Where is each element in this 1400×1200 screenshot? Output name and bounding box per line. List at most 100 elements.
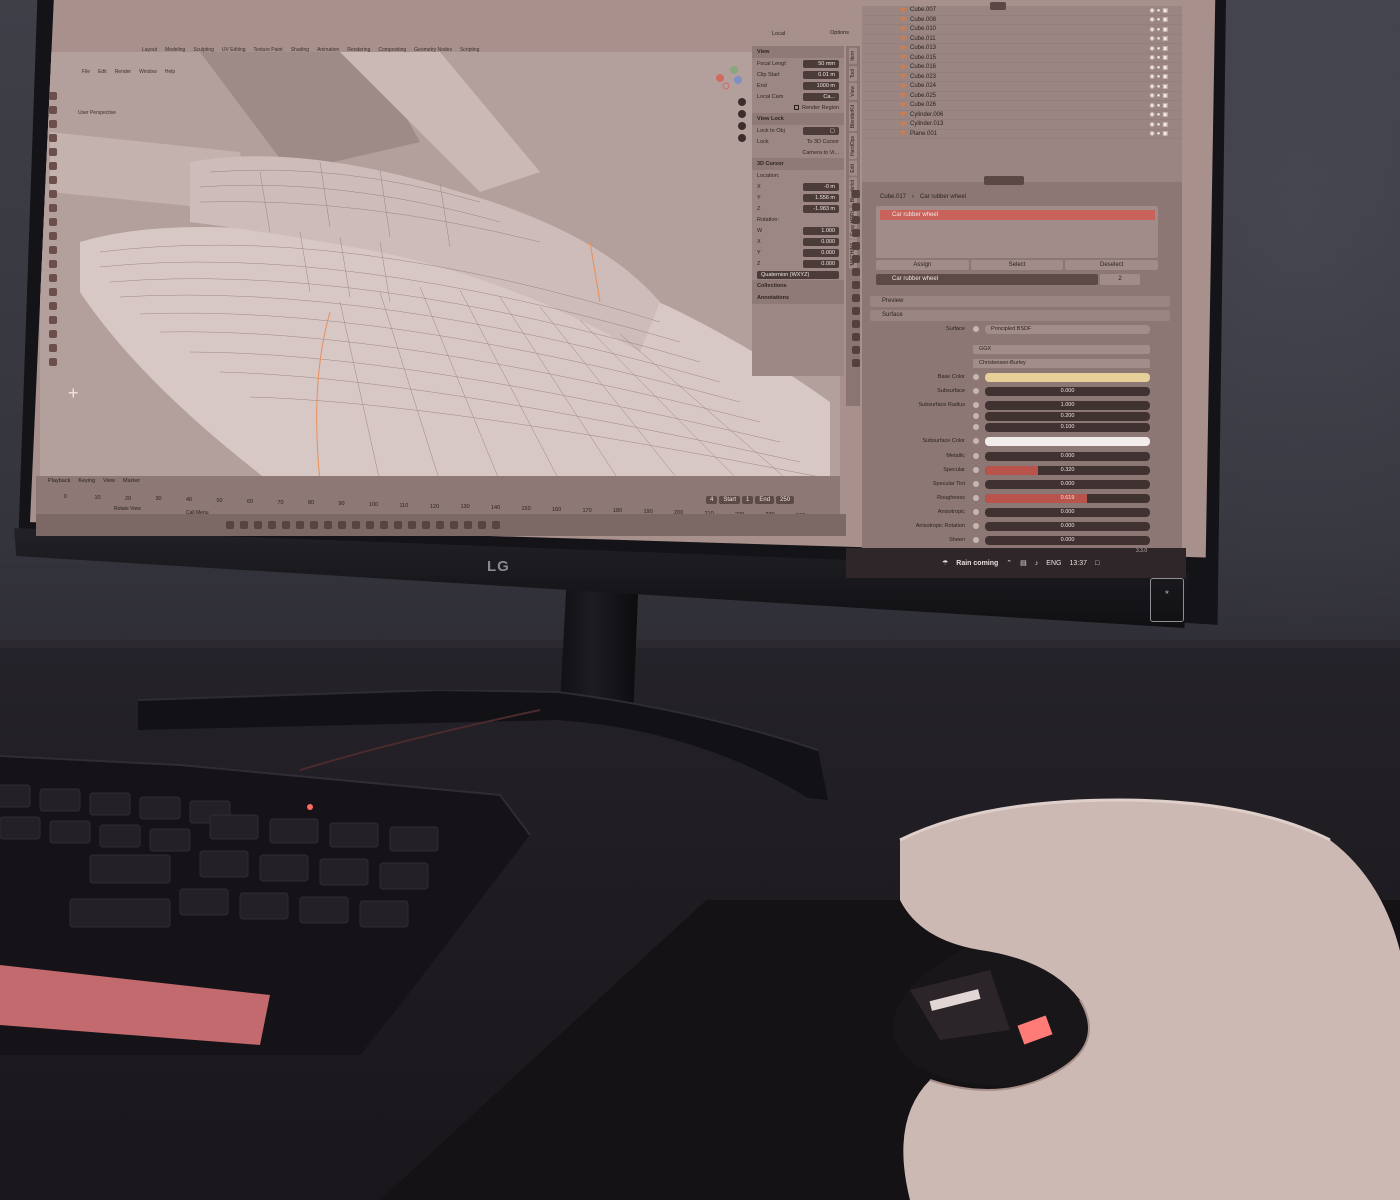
rotation-mode-dropdown[interactable]: Quaternion (WXYZ): [757, 270, 839, 279]
socket-icon[interactable]: [973, 374, 979, 380]
constraints-icon[interactable]: [852, 320, 860, 328]
steam-icon[interactable]: [450, 521, 458, 529]
outliner-row[interactable]: Cube.016 ◉●▣: [862, 63, 1182, 73]
3d-cursor-section-header[interactable]: 3D Cursor: [752, 158, 844, 170]
tab-hardops[interactable]: HardOps: [849, 132, 857, 159]
marker-menu[interactable]: Marker: [123, 478, 140, 484]
view-layer-icon[interactable]: [852, 229, 860, 237]
music-icon[interactable]: [394, 521, 402, 529]
outliner-item-name[interactable]: Cube.024: [910, 83, 936, 89]
outliner-item-name[interactable]: Cube.010: [910, 26, 936, 32]
outliner-row[interactable]: Cube.013 ◉●▣: [862, 44, 1182, 54]
assign-button[interactable]: Assign: [876, 260, 969, 270]
outliner-row[interactable]: Cube.007 ◉●▣: [862, 6, 1182, 16]
move-icon[interactable]: [49, 120, 57, 128]
property-value-field[interactable]: 0.000: [985, 386, 1150, 396]
outliner-row[interactable]: Cylinder.013 ◉●▣: [862, 120, 1182, 130]
cursor-location-y[interactable]: 1.556 m: [803, 193, 839, 202]
physics-icon[interactable]: [852, 307, 860, 315]
tab-rendering[interactable]: Rendering: [347, 47, 370, 53]
notification-icon[interactable]: □: [1095, 560, 1099, 567]
view-section-header[interactable]: View: [752, 46, 844, 58]
surface-shader-field[interactable]: Principled BSDF: [985, 324, 1150, 334]
menu-help[interactable]: Help: [165, 69, 175, 75]
task-view-icon[interactable]: [254, 521, 262, 529]
scene-icon[interactable]: [852, 242, 860, 250]
bevel-icon[interactable]: [49, 232, 57, 240]
outliner-search-icon[interactable]: [990, 2, 1006, 10]
cursor-location-z[interactable]: -1.983 m: [803, 204, 839, 213]
language-indicator[interactable]: ENG: [1046, 560, 1061, 567]
tool-icon[interactable]: [852, 190, 860, 198]
socket-icon[interactable]: [973, 438, 979, 444]
menu-render[interactable]: Render: [115, 69, 131, 75]
camera-to-view-checkbox[interactable]: Camera to Vi...: [802, 150, 839, 156]
property-value-field[interactable]: 0.200: [985, 411, 1150, 421]
weather-text[interactable]: Rain coming: [956, 560, 998, 567]
menu-window[interactable]: Window: [139, 69, 157, 75]
annotations-section-header[interactable]: Annotations: [752, 292, 844, 304]
outliner-row[interactable]: Cube.010 ◉●▣: [862, 25, 1182, 35]
select-box-icon[interactable]: [49, 92, 57, 100]
mail-icon[interactable]: [338, 521, 346, 529]
tab-uv-editing[interactable]: UV Editing: [222, 47, 246, 53]
rotate-icon[interactable]: [49, 134, 57, 142]
visibility-icons[interactable]: ◉●▣: [1149, 92, 1170, 99]
visibility-icons[interactable]: ◉●▣: [1149, 121, 1170, 128]
store-icon[interactable]: [352, 521, 360, 529]
shrink-icon[interactable]: [49, 330, 57, 338]
outliner-row[interactable]: Cube.024 ◉●▣: [862, 82, 1182, 92]
browser-icon[interactable]: [282, 521, 290, 529]
rip-icon[interactable]: [49, 358, 57, 366]
outliner-row[interactable]: Cube.015 ◉●▣: [862, 54, 1182, 63]
local-camera-field[interactable]: Ca...: [803, 92, 839, 101]
tab-texture-paint[interactable]: Texture Paint: [254, 47, 283, 53]
outliner-item-name[interactable]: Cube.013: [910, 45, 936, 51]
keying-menu[interactable]: Keying: [78, 478, 95, 484]
menu-edit[interactable]: Edit: [98, 69, 107, 75]
outliner-row[interactable]: Plane.001 ◉●▣: [862, 130, 1182, 139]
tab-sculpting[interactable]: Sculpting: [193, 47, 214, 53]
output-icon[interactable]: [852, 216, 860, 224]
visibility-icons[interactable]: ◉●▣: [1149, 45, 1170, 52]
socket-icon[interactable]: [973, 424, 979, 430]
outliner-row[interactable]: Cube.011 ◉●▣: [862, 35, 1182, 44]
outliner-item-name[interactable]: Cube.008: [910, 17, 936, 23]
render-region-checkbox[interactable]: [794, 105, 799, 110]
explorer-icon[interactable]: [268, 521, 276, 529]
local-dropdown[interactable]: Local: [768, 30, 790, 38]
settings-icon[interactable]: [366, 521, 374, 529]
socket-icon[interactable]: [973, 413, 979, 419]
visibility-icons[interactable]: ◉●▣: [1149, 54, 1170, 61]
3d-cursor-icon[interactable]: +: [68, 383, 79, 404]
socket-icon[interactable]: [973, 453, 979, 459]
cursor-rotation-w[interactable]: 1.000: [803, 226, 839, 235]
subsurface-method-dropdown[interactable]: Christensen-Burley: [973, 358, 1150, 368]
outliner-item-name[interactable]: Cube.015: [910, 55, 936, 61]
outliner-row[interactable]: Cylinder.006 ◉●▣: [862, 111, 1182, 120]
loop-cut-icon[interactable]: [49, 246, 57, 254]
cursor-location-x[interactable]: -0 m: [803, 182, 839, 191]
app-icon-2[interactable]: [492, 521, 500, 529]
collections-section-header[interactable]: Collections: [752, 280, 844, 292]
surface-section-header[interactable]: Surface: [870, 310, 1170, 321]
data-icon[interactable]: [852, 333, 860, 341]
tab-layout[interactable]: Layout: [142, 47, 157, 53]
inset-icon[interactable]: [49, 218, 57, 226]
blender-icon[interactable]: [296, 521, 304, 529]
cursor-rotation-z[interactable]: 0.000: [803, 259, 839, 268]
tab-modeling[interactable]: Modeling: [165, 47, 185, 53]
volume-icon[interactable]: ♪: [1035, 560, 1039, 567]
outliner-row[interactable]: Cube.023 ◉●▣: [862, 73, 1182, 82]
cursor-icon[interactable]: [49, 106, 57, 114]
outliner-row[interactable]: Cube.026 ◉●▣: [862, 101, 1182, 111]
poly-build-icon[interactable]: [49, 274, 57, 282]
outliner-item-name[interactable]: Plane.001: [910, 131, 937, 137]
network-icon[interactable]: ▤: [1020, 559, 1027, 567]
outliner-item-name[interactable]: Cylinder.006: [910, 112, 943, 118]
particles-icon[interactable]: [852, 294, 860, 302]
socket-icon[interactable]: [973, 467, 979, 473]
tab-item[interactable]: Item: [849, 48, 857, 64]
modifier-icon[interactable]: [852, 281, 860, 289]
socket-icon[interactable]: [973, 523, 979, 529]
